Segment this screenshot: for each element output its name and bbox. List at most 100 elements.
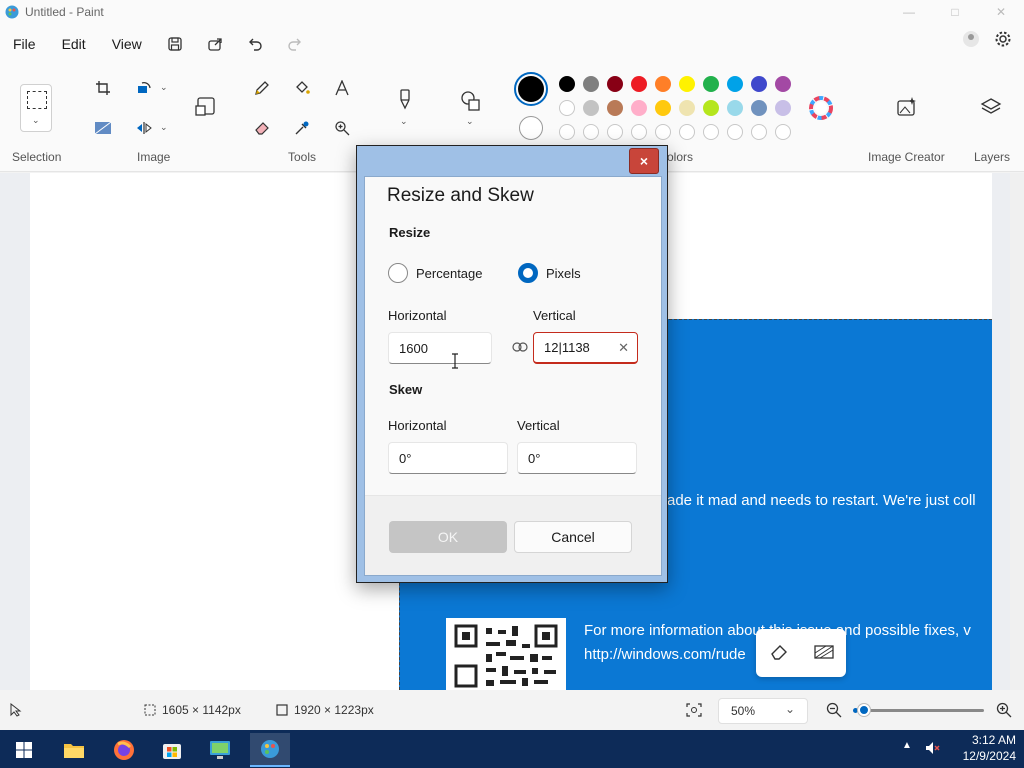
microsoft-store-icon[interactable]: [152, 733, 192, 767]
minimize-button[interactable]: —: [886, 0, 932, 24]
resize-horizontal-input[interactable]: 1600: [388, 332, 492, 364]
image-creator-icon[interactable]: [893, 94, 919, 120]
maintain-aspect-ratio-link-icon[interactable]: [508, 335, 532, 359]
start-windows-icon[interactable]: [4, 733, 44, 767]
custom-color-slot[interactable]: [679, 124, 695, 140]
selection-rect-icon: [27, 91, 47, 109]
skew-horizontal-input[interactable]: 0°: [388, 442, 508, 474]
firefox-icon[interactable]: [104, 733, 144, 767]
close-window-button[interactable]: ✕: [978, 0, 1024, 24]
color-swatch[interactable]: [727, 100, 743, 116]
dialog-close-button[interactable]: ×: [629, 148, 659, 174]
pixels-label[interactable]: Pixels: [546, 266, 581, 281]
remote-desktop-icon[interactable]: [200, 733, 240, 767]
zoom-in-icon[interactable]: [996, 702, 1012, 718]
color-swatch[interactable]: [655, 100, 671, 116]
color-swatch[interactable]: [703, 100, 719, 116]
resize-vertical-input[interactable]: 12|1138 ✕: [533, 332, 638, 364]
secondary-color-swatch[interactable]: [519, 116, 543, 140]
fit-to-window-icon[interactable]: [686, 703, 702, 717]
maximize-button[interactable]: □: [932, 0, 978, 24]
color-swatch[interactable]: [727, 76, 743, 92]
custom-color-slot[interactable]: [631, 124, 647, 140]
custom-color-slot[interactable]: [655, 124, 671, 140]
brush-chevron-icon[interactable]: ⌄: [400, 116, 408, 127]
menu-file[interactable]: File: [0, 36, 49, 52]
color-swatch[interactable]: [775, 100, 791, 116]
flip-icon[interactable]: [131, 115, 157, 141]
color-swatch[interactable]: [607, 100, 623, 116]
color-swatch[interactable]: [583, 100, 599, 116]
fill-bucket-icon[interactable]: [289, 75, 315, 101]
selection-tool-button[interactable]: ⌄: [20, 84, 52, 132]
custom-color-slot[interactable]: [703, 124, 719, 140]
cancel-button[interactable]: Cancel: [514, 521, 632, 553]
volume-muted-icon[interactable]: [924, 740, 940, 759]
redo-icon[interactable]: [283, 32, 307, 56]
undo-icon[interactable]: [243, 32, 267, 56]
ok-button[interactable]: OK: [389, 521, 507, 553]
bsod-text-line3: http://windows.com/rude: [584, 646, 746, 663]
eraser-selection-icon[interactable]: [769, 642, 789, 665]
percentage-label[interactable]: Percentage: [416, 266, 483, 281]
shapes-icon[interactable]: [458, 88, 484, 114]
share-icon[interactable]: [203, 32, 227, 56]
flip-chevron-icon[interactable]: ⌄: [160, 122, 168, 133]
zoom-slider-track[interactable]: [856, 709, 984, 712]
color-swatch[interactable]: [631, 100, 647, 116]
color-swatch[interactable]: [751, 100, 767, 116]
file-explorer-icon[interactable]: [54, 733, 94, 767]
system-clock[interactable]: 3:12 AM 12/9/2024: [963, 732, 1016, 764]
skew-vertical-input[interactable]: 0°: [517, 442, 637, 474]
custom-color-slot[interactable]: [727, 124, 743, 140]
color-swatch[interactable]: [559, 76, 575, 92]
remove-background-icon[interactable]: [90, 115, 116, 141]
primary-color-swatch[interactable]: [514, 72, 548, 106]
color-swatch[interactable]: [607, 76, 623, 92]
text-icon[interactable]: [329, 75, 355, 101]
crop-icon[interactable]: [90, 75, 116, 101]
remove-background-selection-icon[interactable]: [813, 644, 834, 663]
eraser-icon[interactable]: [249, 115, 275, 141]
color-swatch[interactable]: [679, 100, 695, 116]
color-swatch[interactable]: [679, 76, 695, 92]
zoom-out-icon[interactable]: [826, 702, 842, 718]
zoom-slider-thumb[interactable]: [858, 704, 870, 716]
brush-icon[interactable]: [392, 86, 418, 112]
color-swatch[interactable]: [703, 76, 719, 92]
account-icon[interactable]: [962, 30, 980, 51]
settings-gear-icon[interactable]: [994, 30, 1012, 51]
paint-taskbar-icon[interactable]: [250, 733, 290, 767]
edit-colors-icon[interactable]: [808, 95, 834, 121]
pixels-radio[interactable]: [518, 263, 538, 283]
custom-color-slot[interactable]: [775, 124, 791, 140]
vertical-scrollbar[interactable]: [1010, 173, 1024, 690]
color-swatch[interactable]: [655, 76, 671, 92]
shapes-chevron-icon[interactable]: ⌄: [466, 116, 474, 127]
menu-edit[interactable]: Edit: [49, 36, 99, 52]
custom-color-slot[interactable]: [751, 124, 767, 140]
save-icon[interactable]: [163, 32, 187, 56]
menu-view[interactable]: View: [99, 36, 155, 52]
magnifier-icon[interactable]: [329, 115, 355, 141]
percentage-radio[interactable]: [388, 263, 408, 283]
color-picker-icon[interactable]: [289, 115, 315, 141]
color-swatch[interactable]: [559, 100, 575, 116]
color-swatch[interactable]: [775, 76, 791, 92]
color-swatch[interactable]: [583, 76, 599, 92]
color-swatch[interactable]: [631, 76, 647, 92]
layers-icon[interactable]: [978, 94, 1004, 120]
clear-field-icon[interactable]: ✕: [618, 340, 629, 356]
rotate-icon[interactable]: [131, 75, 157, 101]
color-swatch[interactable]: [751, 76, 767, 92]
resize-image-icon[interactable]: [192, 94, 218, 120]
pencil-icon[interactable]: [249, 75, 275, 101]
tray-chevron-up-icon[interactable]: ▲: [902, 740, 912, 751]
zoom-select[interactable]: 50% ⌄: [718, 698, 808, 724]
canvas-size-indicator: 1920 × 1223px: [276, 703, 374, 717]
custom-color-slot[interactable]: [607, 124, 623, 140]
custom-color-slot[interactable]: [583, 124, 599, 140]
rotate-chevron-icon[interactable]: ⌄: [160, 82, 168, 93]
custom-color-slot[interactable]: [559, 124, 575, 140]
taskbar: ▲ 3:12 AM 12/9/2024: [0, 730, 1024, 768]
